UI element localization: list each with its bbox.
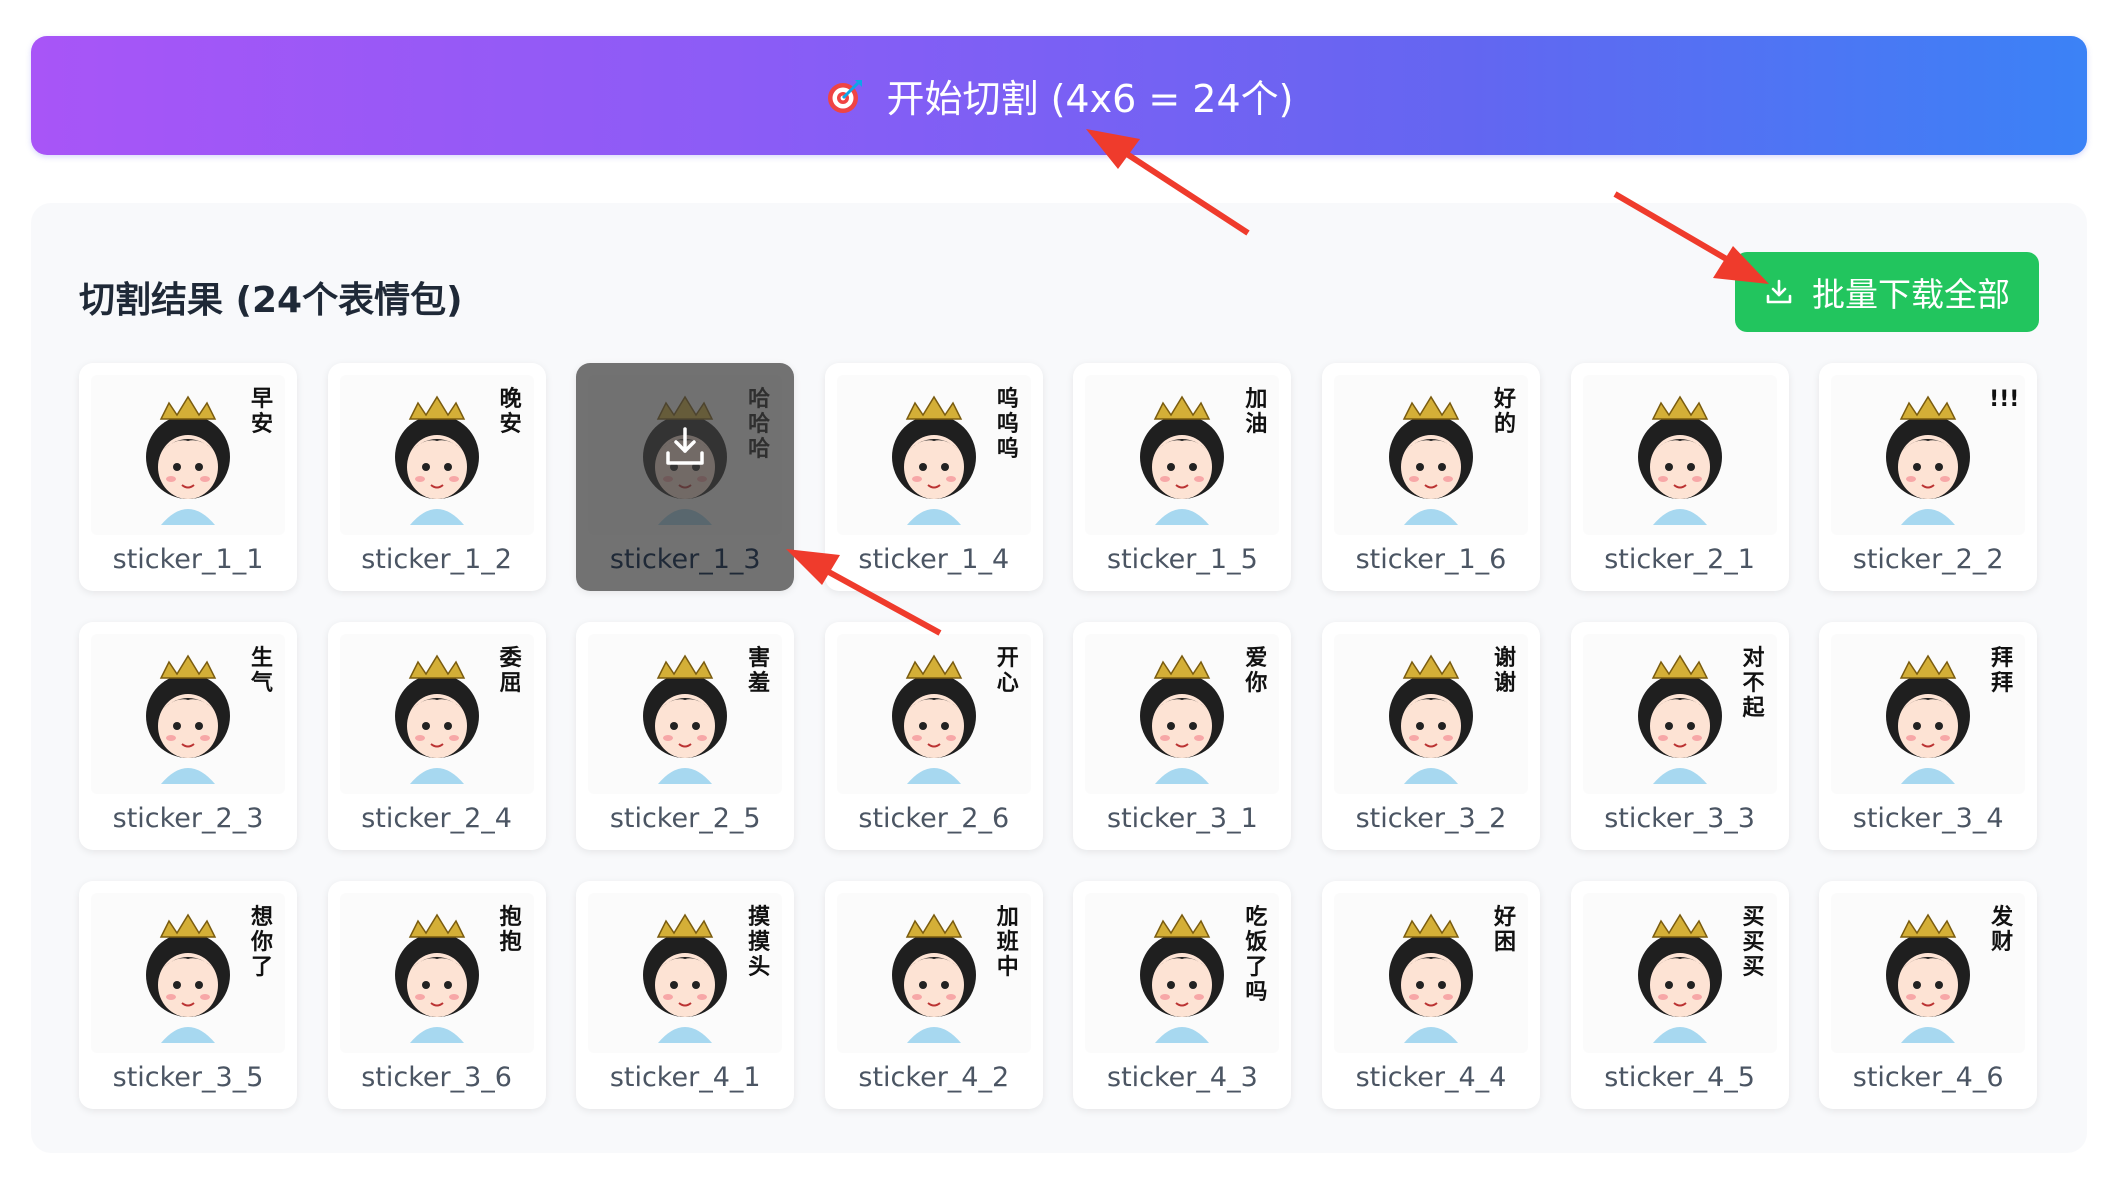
sticker-caption: 爱你: [1245, 646, 1268, 696]
sticker-card[interactable]: 买买买 sticker_4_5: [1570, 881, 1789, 1109]
start-cut-button[interactable]: 开始切割 (4x6 = 24个): [31, 36, 2087, 155]
sticker-card[interactable]: 摸摸头 sticker_4_1: [576, 881, 795, 1109]
sticker-caption: 呜呜呜: [996, 387, 1019, 462]
sticker-label: sticker_2_6: [858, 803, 1010, 834]
sticker-card[interactable]: 对不起 sticker_3_3: [1570, 622, 1789, 850]
sticker-label: sticker_4_4: [1355, 1062, 1507, 1093]
sticker-image: [1582, 375, 1777, 535]
sticker-label: sticker_3_3: [1604, 803, 1755, 834]
sticker-label: sticker_2_4: [361, 803, 512, 834]
sticker-caption: 买买买: [1742, 905, 1765, 980]
sticker-label: sticker_1_4: [858, 544, 1010, 575]
sticker-label: sticker_1_2: [361, 544, 512, 575]
start-cut-label: 开始切割 (4x6 = 24个): [886, 77, 1294, 121]
sticker-caption: 好困: [1493, 905, 1516, 955]
sticker-caption: 发财: [1991, 905, 2014, 955]
sticker-label: sticker_3_4: [1852, 803, 2004, 834]
sticker-card[interactable]: 害羞 sticker_2_5: [576, 622, 795, 850]
sticker-card[interactable]: 加班中 sticker_4_2: [824, 881, 1043, 1109]
sticker-caption: 加油: [1245, 387, 1268, 437]
sticker-caption: 拜拜: [1991, 646, 2014, 696]
results-panel: 切割结果 (24个表情包) 批量下载全部 早安 sticker_1_1 晚安 stic…: [31, 203, 2087, 1153]
sticker-caption: 委屈: [499, 646, 522, 696]
download-icon: [1766, 279, 1792, 304]
sticker-grid: 早安 sticker_1_1 晚安 sticker_1_2 哈哈哈sticker_1_3…: [79, 363, 2038, 1109]
target-icon: [827, 79, 862, 113]
sticker-caption: !!!: [1989, 387, 2020, 412]
sticker-label: sticker_1_5: [1107, 544, 1258, 575]
download-icon: [666, 427, 704, 465]
sticker-card[interactable]: 吃饭了吗 sticker_4_3: [1073, 881, 1292, 1109]
sticker-label: sticker_4_3: [1107, 1062, 1258, 1093]
download-all-label: 批量下载全部: [1812, 275, 2010, 314]
sticker-card[interactable]: 呜呜呜 sticker_1_4: [824, 363, 1043, 591]
download-all-button[interactable]: 批量下载全部: [1735, 252, 2039, 332]
sticker-card[interactable]: 委屈 sticker_2_4: [327, 622, 546, 850]
results-title: 切割结果 (24个表情包): [79, 280, 463, 321]
sticker-label: sticker_3_2: [1355, 803, 1507, 834]
sticker-card[interactable]: 谢谢 sticker_3_2: [1321, 622, 1540, 850]
sticker-label: sticker_4_5: [1604, 1062, 1755, 1093]
sticker-caption: 生气: [250, 646, 273, 696]
sticker-caption: 摸摸头: [748, 905, 771, 980]
sticker-label: sticker_2_5: [609, 803, 761, 834]
sticker-label: sticker_4_2: [858, 1062, 1010, 1093]
sticker-label: sticker_1_1: [112, 544, 264, 575]
sticker-caption: 加班中: [996, 905, 1019, 980]
sticker-card[interactable]: 抱抱 sticker_3_6: [327, 881, 546, 1109]
sticker-caption: 谢谢: [1493, 646, 1516, 696]
sticker-card[interactable]: 开心 sticker_2_6: [824, 622, 1043, 850]
sticker-caption: 开心: [996, 646, 1019, 696]
sticker-label: sticker_3_1: [1107, 803, 1258, 834]
sticker-card[interactable]: 拜拜 sticker_3_4: [1819, 622, 2038, 850]
sticker-card[interactable]: 发财 sticker_4_6: [1819, 881, 2038, 1109]
sticker-caption: 好的: [1493, 387, 1516, 437]
sticker-label: sticker_4_6: [1852, 1062, 2004, 1093]
sticker-caption: 早安: [250, 387, 273, 437]
sticker-card[interactable]: 加油 sticker_1_5: [1073, 363, 1292, 591]
sticker-label: sticker_3_6: [361, 1062, 512, 1093]
sticker-label: sticker_3_5: [112, 1062, 264, 1093]
sticker-card[interactable]: sticker_2_1: [1570, 363, 1789, 591]
sticker-caption: 晚安: [499, 387, 522, 437]
sticker-card[interactable]: 早安 sticker_1_1: [79, 363, 297, 591]
sticker-label: sticker_1_3: [609, 544, 761, 575]
sticker-card[interactable]: 好困 sticker_4_4: [1321, 881, 1540, 1109]
sticker-card[interactable]: 爱你 sticker_3_1: [1073, 622, 1292, 850]
sticker-label: sticker_2_1: [1604, 544, 1755, 575]
sticker-label: sticker_2_3: [112, 803, 264, 834]
sticker-caption: 抱抱: [499, 905, 522, 955]
sticker-card[interactable]: 生气 sticker_2_3: [79, 622, 297, 850]
sticker-card[interactable]: 好的 sticker_1_6: [1321, 363, 1540, 591]
sticker-caption: 对不起: [1742, 646, 1765, 721]
sticker-caption: 想你了: [250, 905, 273, 980]
sticker-label: sticker_4_1: [609, 1062, 761, 1093]
sticker-label: sticker_2_2: [1852, 544, 2004, 575]
sticker-card[interactable]: 晚安 sticker_1_2: [327, 363, 546, 591]
sticker-caption: 害羞: [748, 646, 771, 696]
sticker-card[interactable]: 哈哈哈sticker_1_3: [576, 363, 795, 591]
sticker-caption: 吃饭了吗: [1245, 905, 1268, 1005]
sticker-card[interactable]: !!! sticker_2_2: [1819, 363, 2038, 591]
sticker-label: sticker_1_6: [1355, 544, 1507, 575]
sticker-card[interactable]: 想你了 sticker_3_5: [79, 881, 297, 1109]
